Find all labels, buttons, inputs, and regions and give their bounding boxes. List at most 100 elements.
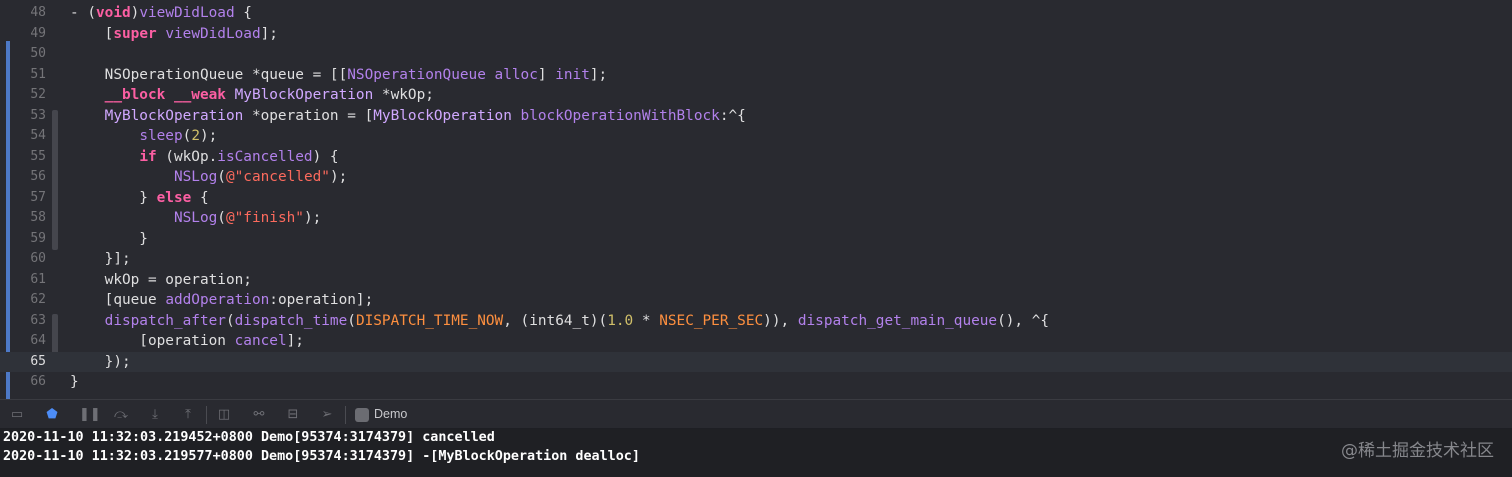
console-line: 2020-11-10 11:32:03.219452+0800 Demo[953… [3,430,495,445]
code-token: ( [217,210,226,226]
code-token: dispatch_get_main_queue [797,312,998,329]
code-token: wkOp = operation; [70,271,252,288]
code-line[interactable]: 56 NSLog(@"cancelled"); [0,167,1512,188]
code-line[interactable]: 61 wkOp = operation; [0,270,1512,291]
code-token: )), [763,312,798,329]
step-out-icon[interactable]: ⤒ [180,407,196,423]
memory-graph-icon[interactable]: ⚯ [251,407,267,423]
code-token: if [139,148,157,165]
code-text[interactable]: NSOperationQueue *queue = [[NSOperationQ… [70,65,608,86]
source-editor[interactable]: 48- (void)viewDidLoad {49 [super viewDid… [0,0,1512,399]
code-token: { [234,5,252,21]
code-token: __weak [173,87,226,103]
line-number: 60 [30,251,46,266]
console-output[interactable]: 2020-11-10 11:32:03.219452+0800 Demo[953… [0,429,1512,477]
code-text[interactable]: }); [70,352,131,373]
code-line[interactable]: 50 [0,44,1512,65]
code-token: * [633,312,660,329]
line-number: 61 [30,271,46,287]
code-token: DISPATCH_TIME_NOW [355,312,504,329]
code-text[interactable]: MyBlockOperation *operation = [MyBlockOp… [70,106,746,127]
code-token: NSEC_PER_SEC [659,312,764,329]
code-line[interactable]: 54 sleep(2); [0,126,1512,147]
code-token: } [70,230,148,247]
code-token: { [191,189,209,206]
code-token: ]; [260,25,278,42]
code-token: viewDidLoad [165,25,261,42]
code-text[interactable]: NSLog(@"cancelled"); [70,167,347,188]
simulate-location-icon[interactable]: ➢ [319,407,335,423]
code-token: ); [199,128,218,144]
line-number: 56 [30,169,46,184]
code-line[interactable]: 59 } [0,229,1512,250]
watermark-text: @稀土掘金技术社区 [1341,441,1494,461]
code-token: (), ^{ [997,312,1050,329]
code-line[interactable]: 65 }); [0,351,1512,373]
code-text[interactable]: } [70,229,148,250]
code-line[interactable]: 66} [0,372,1512,393]
pause-icon[interactable]: ❚❚ [79,407,101,423]
code-token: MyBlockOperation [373,107,512,124]
line-number: 53 [30,107,46,123]
code-token: void [96,5,131,21]
code-text[interactable]: [operation cancel]; [70,331,304,352]
code-token: - ( [70,5,96,21]
code-token: ); [303,210,322,226]
code-line[interactable]: 57 } else { [0,188,1512,209]
line-number: 63 [30,312,46,328]
environment-overrides-icon[interactable]: ⊟ [285,407,301,423]
breakpoints-toggle-icon[interactable]: ⬟ [44,407,60,423]
code-text[interactable]: wkOp = operation; [70,270,252,291]
code-token: ) { [312,148,339,165]
code-text[interactable]: dispatch_after(dispatch_time(DISPATCH_TI… [70,311,1049,332]
code-text[interactable]: NSLog(@"finish"); [70,208,321,229]
code-line[interactable]: 60 }]; [0,249,1512,270]
code-token: [ [70,25,114,42]
view-hierarchy-icon[interactable]: ◫ [216,407,232,423]
step-into-icon[interactable]: ⤓ [147,407,163,423]
code-token: super [113,25,157,42]
code-text[interactable]: [super viewDidLoad]; [70,24,278,45]
code-token: (wkOp. [156,148,218,165]
code-text[interactable]: - (void)viewDidLoad { [70,3,252,24]
step-over-icon[interactable]: ⤼ [113,407,129,423]
code-text[interactable]: } [70,372,79,393]
code-line[interactable]: 48 - (void)viewDidLoad { [0,3,1512,24]
code-line[interactable]: 55 if (wkOp.isCancelled) { [0,147,1512,168]
line-number: 66 [30,374,46,389]
code-token: }); [70,353,131,370]
code-text[interactable]: } else { [70,188,209,209]
code-text[interactable]: [queue addOperation:operation]; [70,290,374,311]
code-token: ] [537,66,556,83]
code-line[interactable]: 64 [operation cancel]; [0,331,1512,352]
code-line[interactable]: 63 dispatch_after(dispatch_time(DISPATCH… [0,311,1512,332]
code-text[interactable]: __block __weak MyBlockOperation *wkOp; [70,85,434,106]
line-number: 65 [30,353,46,369]
code-text[interactable]: if (wkOp.isCancelled) { [70,147,339,168]
code-line[interactable]: 58 NSLog(@"finish"); [0,208,1512,229]
hide-debug-area-icon[interactable]: ▭ [9,407,25,423]
code-token: dispatch_time [234,312,348,329]
code-token: sleep [139,128,183,144]
debug-target-label[interactable]: Demo [374,400,407,429]
line-number: 58 [30,210,46,225]
code-token: @"cancelled" [225,169,330,185]
code-token: [operation [70,333,235,349]
line-number: 49 [30,25,46,41]
code-line[interactable]: 51 NSOperationQueue *queue = [[NSOperati… [0,65,1512,86]
code-token: viewDidLoad [139,5,235,21]
code-token: __block [104,87,166,103]
code-line[interactable]: 53 MyBlockOperation *operation = [MyBloc… [0,106,1512,127]
code-line[interactable]: 62 [queue addOperation:operation]; [0,290,1512,311]
debug-bar-separator [206,406,207,424]
code-line[interactable]: 49 [super viewDidLoad]; [0,24,1512,45]
code-token: @"finish" [225,210,304,226]
code-text[interactable]: }]; [70,249,131,270]
code-line[interactable]: 52 __block __weak MyBlockOperation *wkOp… [0,85,1512,106]
code-text[interactable]: sleep(2); [70,126,217,147]
